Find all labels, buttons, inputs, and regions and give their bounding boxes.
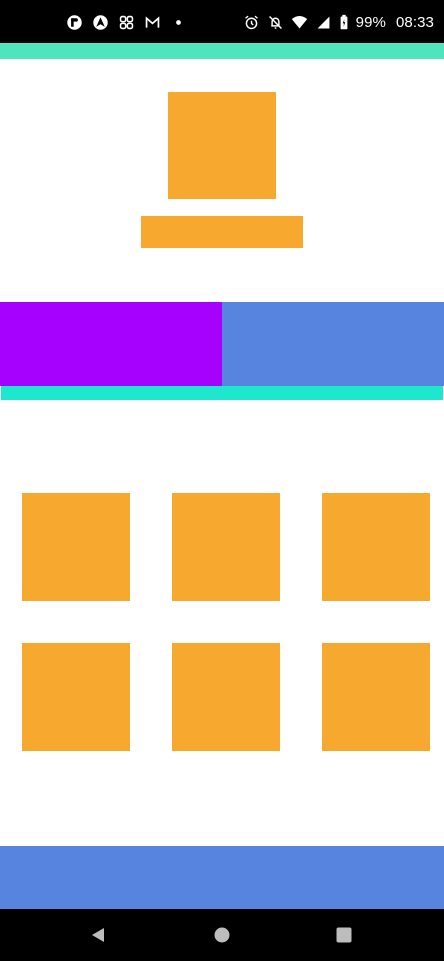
clock: 08:33 — [395, 13, 434, 31]
battery-icon — [339, 14, 349, 31]
grid-tile[interactable] — [322, 643, 430, 751]
dot-icon — [170, 14, 187, 31]
back-icon[interactable] — [88, 925, 108, 945]
gmail-icon — [144, 14, 161, 31]
wifi-icon — [291, 14, 308, 31]
bottom-bar[interactable] — [0, 846, 444, 909]
navigation-app-icon — [92, 14, 109, 31]
grid-tile[interactable] — [322, 493, 430, 601]
grid-tile[interactable] — [172, 493, 280, 601]
tab-indicator-strip — [1, 386, 443, 400]
notifications-off-icon — [267, 14, 284, 31]
app-notification-icon — [66, 14, 83, 31]
grid-tile[interactable] — [172, 643, 280, 751]
profile-avatar-placeholder — [168, 92, 276, 199]
recents-icon[interactable] — [334, 925, 354, 945]
profile-name-placeholder — [141, 216, 303, 248]
grid-tile[interactable] — [22, 643, 130, 751]
status-bar-notification-icons — [66, 12, 187, 32]
pinwheel-app-icon — [118, 14, 135, 31]
alarm-icon — [243, 14, 260, 31]
home-icon[interactable] — [212, 925, 232, 945]
header-accent-strip — [0, 43, 444, 59]
tab-left-active[interactable] — [0, 302, 222, 386]
grid-tile[interactable] — [22, 493, 130, 601]
status-bar-system-icons: 99% 08:33 — [243, 11, 434, 33]
battery-percent: 99% — [355, 13, 386, 31]
tab-right[interactable] — [222, 302, 444, 386]
cell-signal-icon — [315, 14, 332, 31]
status-bar: 99% 08:33 — [0, 0, 444, 43]
